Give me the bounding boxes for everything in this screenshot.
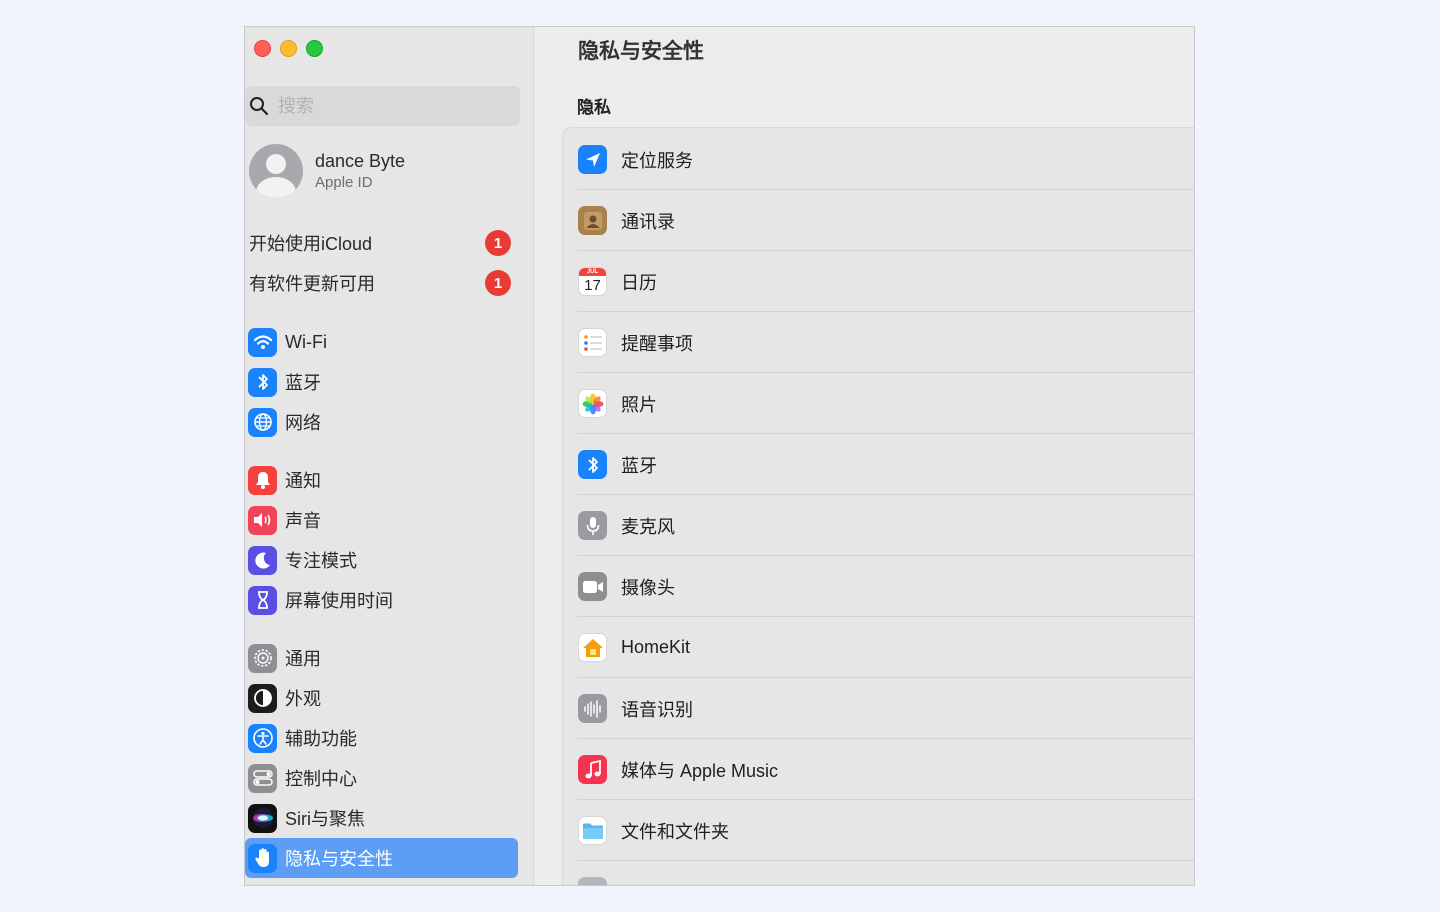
globe-icon xyxy=(248,407,277,437)
search-field[interactable] xyxy=(245,86,520,126)
sidebar-item-sound[interactable]: 声音 xyxy=(245,500,518,540)
sidebar-item-notifications[interactable]: 通知 xyxy=(245,460,518,500)
sidebar-item-accessibility[interactable]: 辅助功能 xyxy=(245,718,518,758)
moon-icon xyxy=(248,545,277,575)
sidebar-item-appearance[interactable]: 外观 xyxy=(245,678,518,718)
row-bluetooth[interactable]: 蓝牙 › xyxy=(563,434,1194,495)
notification-badge: 1 xyxy=(485,270,511,296)
hourglass-icon xyxy=(248,585,277,615)
sidebar-item-focus[interactable]: 专注模式 xyxy=(245,540,518,580)
camera-icon xyxy=(578,572,607,601)
photos-icon xyxy=(578,389,607,418)
minimize-button[interactable] xyxy=(280,40,297,57)
bluetooth-icon xyxy=(248,367,277,397)
search-icon xyxy=(250,97,269,116)
sidebar-item-siri[interactable]: Siri与聚焦 xyxy=(245,798,518,838)
hand-icon xyxy=(248,843,277,873)
icloud-setup-item[interactable]: 开始使用iCloud 1 xyxy=(249,228,511,258)
row-partial xyxy=(563,861,1194,885)
apple-id-account[interactable]: dance Byte Apple ID xyxy=(249,144,405,198)
avatar xyxy=(249,144,303,198)
contacts-icon xyxy=(578,206,607,235)
speaker-icon xyxy=(248,505,277,535)
privacy-list: 定位服务 › 通讯录 › JUL 17 xyxy=(562,127,1194,885)
section-title: 隐私 xyxy=(577,98,611,117)
home-icon xyxy=(578,633,607,662)
accessibility-icon xyxy=(248,723,277,753)
calendar-icon: JUL 17 xyxy=(578,267,607,296)
sidebar-item-control-center[interactable]: 控制中心 xyxy=(245,758,518,798)
row-speech-recognition[interactable]: 语音识别 › xyxy=(563,678,1194,739)
row-reminders[interactable]: 提醒事项 › xyxy=(563,312,1194,373)
notification-badge: 1 xyxy=(485,230,511,256)
window-controls xyxy=(254,40,323,57)
row-calendar[interactable]: JUL 17 日历 › xyxy=(563,251,1194,312)
sidebar: dance Byte Apple ID 开始使用iCloud 1 有软件更新可用… xyxy=(245,27,534,885)
reminders-icon xyxy=(578,328,607,357)
page-title: 隐私与安全性 xyxy=(578,40,704,63)
row-files-folders[interactable]: 文件和文件夹 › xyxy=(563,800,1194,861)
sidebar-item-wifi[interactable]: Wi-Fi xyxy=(245,322,518,362)
row-location-services[interactable]: 定位服务 › xyxy=(563,129,1194,190)
bluetooth-icon xyxy=(578,450,607,479)
account-name: dance Byte xyxy=(315,151,406,171)
location-icon xyxy=(578,145,607,174)
account-subtitle: Apple ID xyxy=(315,174,373,191)
row-homekit[interactable]: HomeKit › xyxy=(563,617,1194,678)
sidebar-item-network[interactable]: 网络 xyxy=(245,402,518,442)
row-photos[interactable]: 照片 › xyxy=(563,373,1194,434)
row-media-apple-music[interactable]: 媒体与 Apple Music › xyxy=(563,739,1194,800)
sidebar-item-screen-time[interactable]: 屏幕使用时间 xyxy=(245,580,518,620)
partial-row-icon xyxy=(578,877,607,885)
bell-icon xyxy=(248,465,277,495)
close-button[interactable] xyxy=(254,40,271,57)
software-update-item[interactable]: 有软件更新可用 1 xyxy=(249,268,511,298)
wifi-icon xyxy=(248,327,277,357)
settings-window: dance Byte Apple ID 开始使用iCloud 1 有软件更新可用… xyxy=(244,26,1195,886)
row-microphone[interactable]: 麦克风 › xyxy=(563,495,1194,556)
sidebar-item-bluetooth[interactable]: 蓝牙 xyxy=(245,362,518,402)
row-contacts[interactable]: 通讯录 › xyxy=(563,190,1194,251)
control-center-icon xyxy=(248,763,277,793)
sidebar-item-general[interactable]: 通用 xyxy=(245,638,518,678)
maximize-button[interactable] xyxy=(306,40,323,57)
folder-icon xyxy=(578,816,607,845)
search-input[interactable] xyxy=(278,95,498,117)
main-pane: 隐私与安全性 隐私 定位服务 › 通讯录 xyxy=(535,27,1194,885)
gear-icon xyxy=(248,643,277,673)
waveform-icon xyxy=(578,694,607,723)
microphone-icon xyxy=(578,511,607,540)
music-icon xyxy=(578,755,607,784)
sidebar-item-privacy-security[interactable]: 隐私与安全性 xyxy=(245,838,518,878)
siri-icon xyxy=(248,803,277,833)
appearance-icon xyxy=(248,683,277,713)
row-camera[interactable]: 摄像头 › xyxy=(563,556,1194,617)
